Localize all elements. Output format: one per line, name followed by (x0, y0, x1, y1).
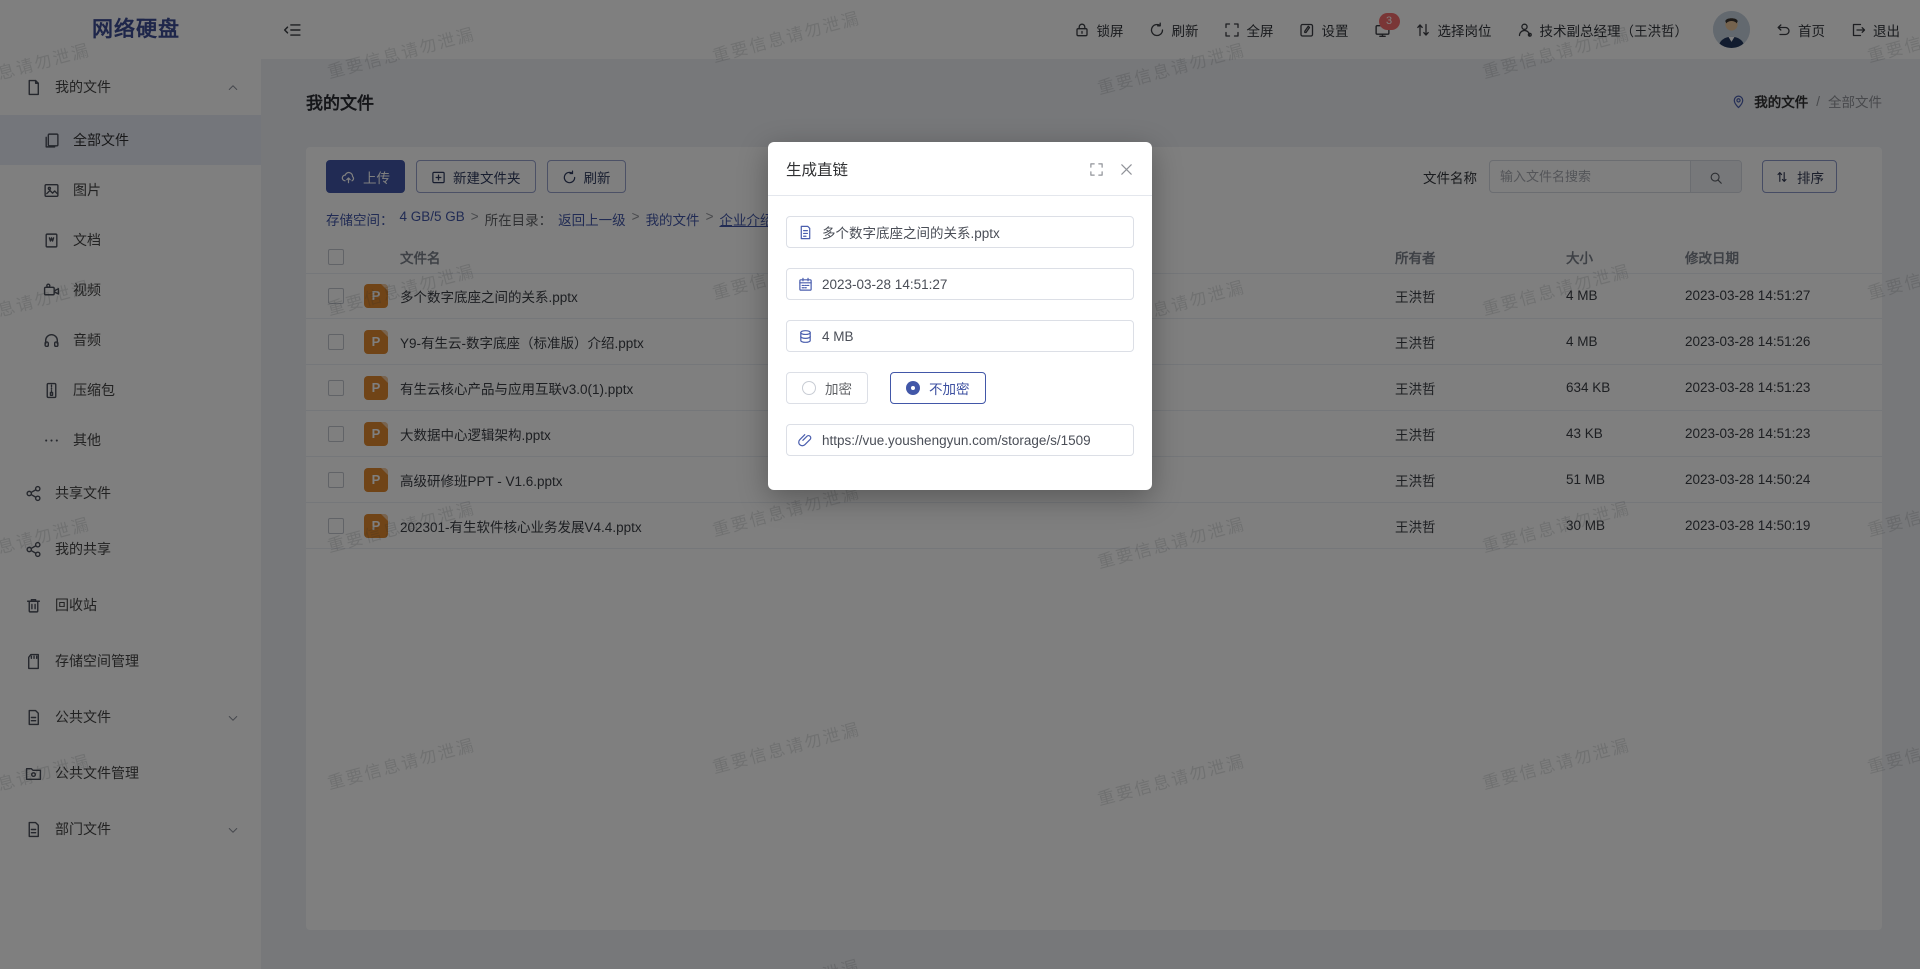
modal-title: 生成直链 (786, 158, 1074, 180)
radio-unchecked-icon (802, 381, 816, 395)
modified-date-field: 2023-03-28 14:51:27 (786, 268, 1134, 300)
radio-checked-icon (906, 381, 920, 395)
maximize-icon[interactable] (1089, 161, 1104, 176)
modal-header: 生成直链 (768, 142, 1152, 196)
direct-link-field[interactable]: https://vue.youshengyun.com/storage/s/15… (786, 424, 1134, 456)
calendar-icon (798, 277, 813, 292)
encryption-options: 加密 不加密 (786, 372, 1134, 404)
generate-link-modal: 生成直链 多个数字底座之间的关系.pptx 2023-03-28 14:51:2… (768, 142, 1152, 490)
no-encrypt-radio[interactable]: 不加密 (890, 372, 986, 404)
paperclip-icon (798, 433, 813, 448)
size-value: 4 MB (822, 329, 854, 344)
direct-link-value: https://vue.youshengyun.com/storage/s/15… (822, 433, 1091, 448)
filename-value: 多个数字底座之间的关系.pptx (822, 222, 1000, 242)
modified-date-value: 2023-03-28 14:51:27 (822, 277, 947, 292)
close-icon[interactable] (1119, 161, 1134, 176)
size-field: 4 MB (786, 320, 1134, 352)
encrypt-radio[interactable]: 加密 (786, 372, 868, 404)
filename-field: 多个数字底座之间的关系.pptx (786, 216, 1134, 248)
database-icon (798, 329, 813, 344)
modal-body: 多个数字底座之间的关系.pptx 2023-03-28 14:51:27 4 M… (768, 196, 1152, 468)
file-doc-icon (798, 225, 813, 240)
